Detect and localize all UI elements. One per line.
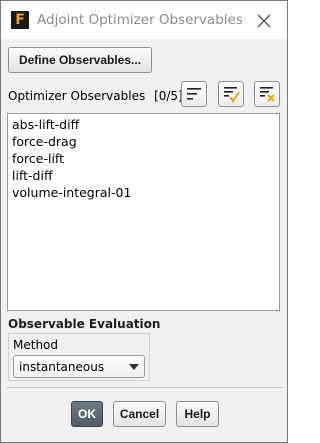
observables-list-label: Optimizer Observables [0/5] <box>8 89 183 103</box>
list-item[interactable]: lift-diff <box>12 167 53 184</box>
deselect-all-button[interactable] <box>254 81 280 107</box>
observables-selection-count: [0/5] <box>154 89 183 103</box>
ok-button[interactable]: OK <box>71 401 103 427</box>
select-all-button[interactable] <box>218 81 244 107</box>
dialog-title: Adjoint Optimizer Observables <box>37 12 243 28</box>
close-icon <box>257 14 271 28</box>
observables-list-title: Optimizer Observables <box>8 89 146 103</box>
list-item[interactable]: force-lift <box>12 150 64 167</box>
fluent-app-icon: F <box>11 11 29 29</box>
define-observables-button[interactable]: Define Observables... <box>8 47 152 73</box>
list-item[interactable]: force-drag <box>12 133 77 150</box>
method-dropdown-value: instantaneous <box>19 360 105 374</box>
observables-listbox[interactable]: abs-lift-diff force-drag force-lift lift… <box>7 113 280 311</box>
method-label: Method <box>13 338 59 352</box>
list-item[interactable]: abs-lift-diff <box>12 116 79 133</box>
deselect-all-icon <box>260 87 275 102</box>
method-dropdown[interactable]: instantaneous <box>13 355 145 378</box>
divider <box>6 387 283 388</box>
dialog-window: F Adjoint Optimizer Observables Define O… <box>0 0 288 443</box>
help-button[interactable]: Help <box>176 401 219 427</box>
cancel-button[interactable]: Cancel <box>113 401 166 427</box>
observable-evaluation-heading: Observable Evaluation <box>8 317 161 331</box>
select-all-icon <box>224 87 240 103</box>
list-item[interactable]: volume-integral-01 <box>12 184 131 201</box>
title-bar: F Adjoint Optimizer Observables <box>1 1 287 39</box>
list-filter-button[interactable] <box>181 81 207 107</box>
close-button[interactable] <box>253 10 275 32</box>
list-lines-icon <box>187 88 201 100</box>
chevron-down-icon <box>129 364 139 370</box>
